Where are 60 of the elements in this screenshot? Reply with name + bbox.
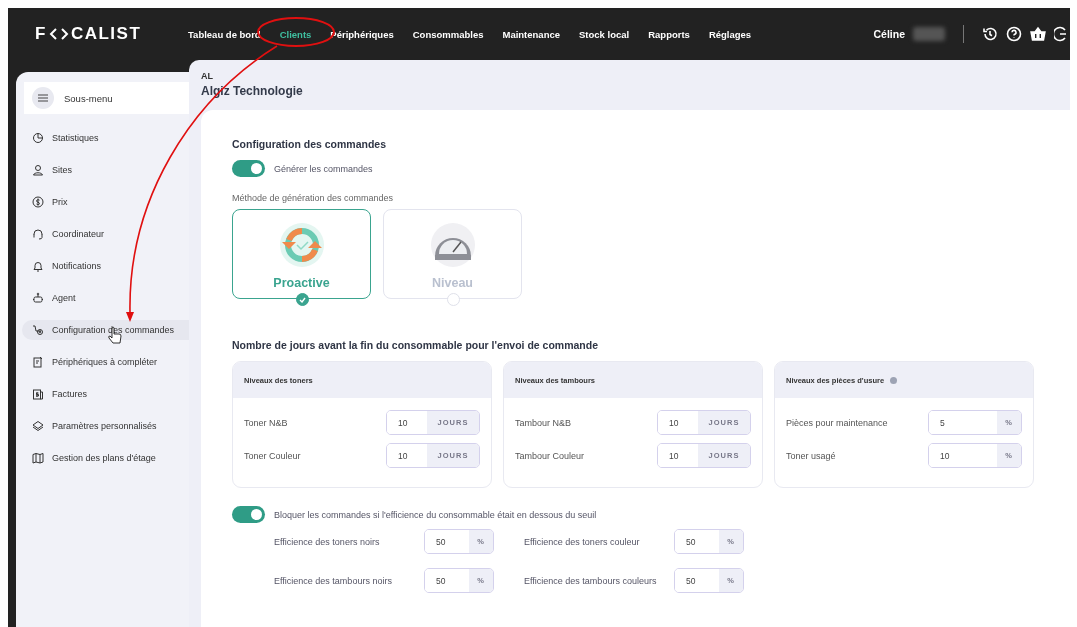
sidebar-item[interactable]: Sites	[26, 160, 189, 180]
field-label: Toner Couleur	[244, 450, 301, 461]
toggle-label: Générer les commandes	[274, 163, 373, 174]
field-label: Toner usagé	[786, 450, 836, 461]
dollar-icon	[32, 196, 44, 208]
layers-icon	[32, 420, 44, 432]
field-label: Méthode de génération des commandes	[232, 193, 395, 203]
sidebar-item[interactable]: Factures	[26, 384, 189, 404]
toggle-switch[interactable]	[232, 160, 265, 177]
toggle-switch[interactable]	[232, 506, 265, 523]
client-code: AL	[201, 71, 214, 81]
logo-text: CALIST	[70, 24, 142, 44]
help-icon[interactable]	[1006, 26, 1022, 42]
sidebar-item[interactable]: Agent	[26, 288, 189, 308]
sidebar-item[interactable]: Prix	[26, 192, 189, 212]
sidebar-item[interactable]: Statistiques	[26, 128, 189, 148]
sidebar-item[interactable]: Configuration des commandes	[22, 320, 189, 340]
submenu-title: Sous-menu	[64, 92, 113, 104]
nav-link[interactable]: Réglages	[708, 28, 752, 40]
sidebar-item[interactable]: Coordinateur	[26, 224, 189, 244]
basket-icon[interactable]	[1030, 26, 1046, 42]
field-label: Pièces pour maintenance	[786, 417, 888, 428]
history-icon[interactable]	[982, 26, 998, 42]
nav-link[interactable]: Clients	[279, 28, 312, 40]
field-label: Efficience des tambours couleurs	[524, 574, 658, 588]
nav-link[interactable]: Stock local	[579, 28, 630, 40]
map-icon	[32, 452, 44, 464]
nav-link[interactable]: Maintenance	[502, 28, 560, 40]
document-icon	[32, 356, 44, 368]
field-label: Efficience des toners noirs	[274, 535, 381, 549]
field-label: Efficience des tambours noirs	[274, 574, 393, 588]
invoice-icon	[32, 388, 44, 400]
section-title: Nombre de jours avant la fin du consommable pour l'envoi de commande	[232, 339, 599, 351]
user-name: Céline	[873, 28, 905, 40]
nav-link[interactable]: Consommables	[412, 28, 484, 40]
section-title: Configuration des commandes	[232, 138, 388, 150]
field-label: Tambour Couleur	[515, 450, 585, 461]
logo-text: F	[35, 24, 47, 44]
pie-chart-icon	[32, 132, 44, 144]
sidebar-item[interactable]: Notifications	[26, 256, 189, 276]
menu-button[interactable]	[32, 87, 54, 109]
sidebar-item[interactable]: Paramètres personnalisés	[26, 416, 189, 436]
sidebar-item[interactable]: Périphériques à compléter	[26, 352, 189, 372]
robot-icon	[32, 292, 44, 304]
logout-icon[interactable]	[1054, 26, 1066, 42]
logo-chevrons-icon	[48, 28, 69, 40]
hand-cursor-icon	[108, 326, 122, 344]
user-icon	[32, 164, 44, 176]
gear-cart-icon	[32, 324, 44, 336]
info-icon[interactable]	[890, 376, 898, 384]
field-label: Efficience des toners couleur	[524, 535, 641, 549]
bell-icon	[32, 260, 44, 272]
menu-icon	[38, 94, 48, 102]
toggle-label: Bloquer les commandes si l'efficience du consommable était en dessous du seuil	[274, 509, 597, 520]
nav-link[interactable]: Rapports	[648, 28, 690, 40]
field-label: Tambour N&B	[515, 417, 572, 428]
headset-icon	[32, 228, 44, 240]
sidebar-item[interactable]: Gestion des plans d'étage	[26, 448, 189, 468]
blurred-name	[913, 27, 945, 41]
field-label: Toner N&B	[244, 417, 288, 428]
